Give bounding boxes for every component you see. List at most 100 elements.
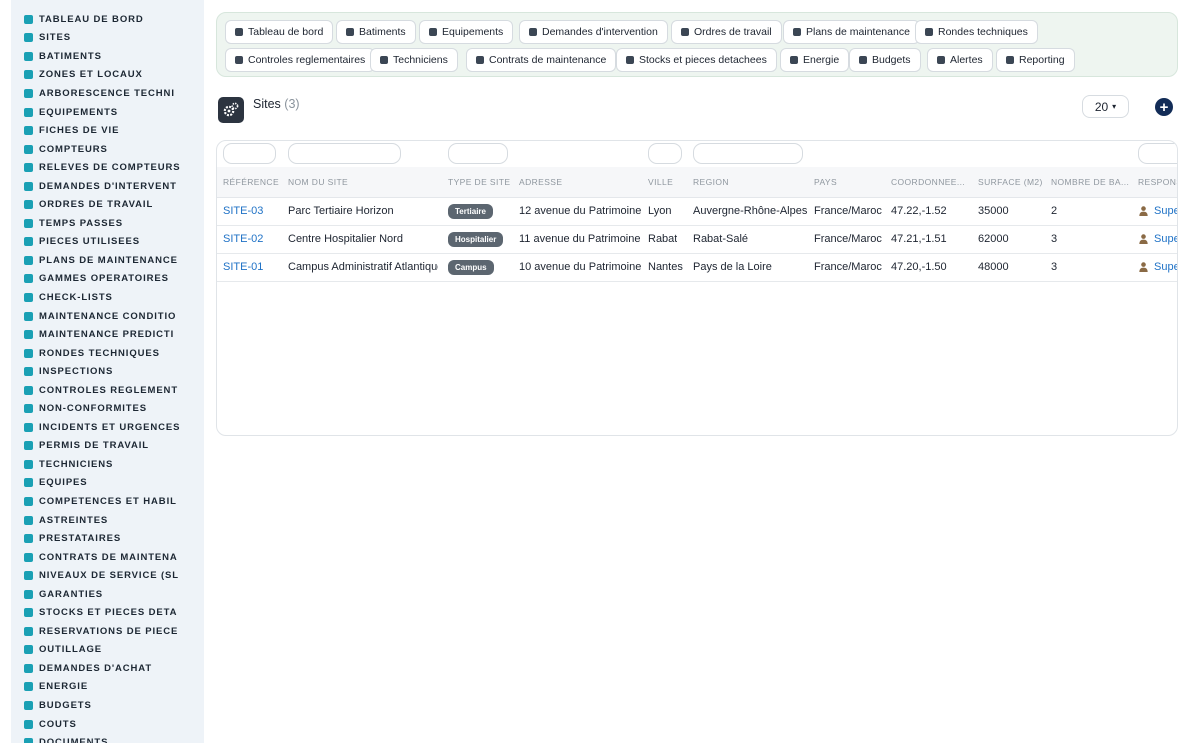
sidebar-item[interactable]: COMPETENCES ET HABIL [11,492,204,511]
column-header[interactable]: REGION [693,177,729,187]
column-header[interactable]: VILLE [648,177,673,187]
module-button[interactable]: Plans de maintenance [783,20,920,44]
sidebar-item[interactable]: GARANTIES [11,585,204,604]
module-button[interactable]: Stocks et pieces detachees [616,48,777,72]
bell-icon [937,56,945,64]
sidebar-item[interactable]: PLANS DE MAINTENANCE [11,251,204,270]
filter-city[interactable] [648,143,682,164]
module-button[interactable]: Budgets [849,48,921,72]
module-button[interactable]: Rondes techniques [915,20,1038,44]
sidebar-item[interactable]: PRESTATAIRES [11,529,204,548]
sidebar-item[interactable]: CONTROLES REGLEMENT [11,381,204,400]
sidebar-item[interactable]: GAMMES OPERATOIRES [11,270,204,289]
site-reference-link[interactable]: SITE-01 [223,261,263,273]
sidebar-item[interactable]: EQUIPES [11,474,204,493]
sidebar-item[interactable]: ARBORESCENCE TECHNI [11,84,204,103]
column-header[interactable]: PAYS [814,177,837,187]
sidebar-item-label: GAMMES OPERATOIRES [39,273,169,285]
sidebar-item[interactable]: SITES [11,29,204,48]
column-header[interactable]: SURFACE (M2) [978,177,1043,187]
module-button[interactable]: Batiments [336,20,416,44]
sidebar-item[interactable]: BATIMENTS [11,47,204,66]
sidebar-item-label: PERMIS DE TRAVAIL [39,440,149,452]
sidebar-item[interactable]: PIECES UTILISEES [11,233,204,252]
sidebar-item[interactable]: MAINTENANCE CONDITIO [11,307,204,326]
sidebar-item[interactable]: COMPTEURS [11,140,204,159]
sidebar-item[interactable]: PERMIS DE TRAVAIL [11,437,204,456]
sidebar-item[interactable]: TEMPS PASSES [11,214,204,233]
sidebar-item[interactable]: OUTILLAGE [11,641,204,660]
manager-link[interactable]: Supe [1139,205,1178,217]
sidebar-item[interactable]: DEMANDES D'INTERVENT [11,177,204,196]
sidebar-item[interactable]: COUTS [11,715,204,734]
sidebar-item[interactable]: INCIDENTS ET URGENCES [11,418,204,437]
cell-buildings: 3 [1051,233,1058,245]
page-title: Sites (3) [253,97,300,111]
sidebar-item[interactable]: CONTRATS DE MAINTENA [11,548,204,567]
sidebar-item[interactable]: ENERGIE [11,678,204,697]
sidebar-item-label: INCIDENTS ET URGENCES [39,421,181,433]
sidebar-item[interactable]: CHECK-LISTS [11,288,204,307]
sidebar-item[interactable]: FICHES DE VIE [11,121,204,140]
sidebar-item[interactable]: NIVEAUX DE SERVICE (SL [11,566,204,585]
manager-name: Supe [1154,205,1178,217]
add-site-button[interactable]: + [1155,98,1173,116]
sidebar-item-label: STOCKS ET PIECES DETA [39,607,178,619]
site-type-badge: Tertiaire [448,204,493,219]
sidebar-item[interactable]: RESERVATIONS DE PIECE [11,622,204,641]
table-row[interactable]: SITE-02 Centre Hospitalier Nord Hospitalie… [217,226,1177,254]
module-button[interactable]: Alertes [927,48,993,72]
sidebar-item[interactable]: TABLEAU DE BORD [11,10,204,29]
module-button[interactable]: Tableau de bord [225,20,334,44]
column-header[interactable]: ADRESSE [519,177,562,187]
page-size-select[interactable]: 20 ▾ [1082,95,1129,118]
sidebar-item[interactable]: INSPECTIONS [11,362,204,381]
filter-region[interactable] [693,143,803,164]
column-header[interactable]: TYPE DE SITE [448,177,510,187]
sidebar-item-label: RELEVES DE COMPTEURS [39,162,181,174]
manager-name: Supe [1154,233,1178,245]
table-row[interactable]: SITE-03 Parc Tertiaire Horizon Tertiaire 12… [217,198,1177,226]
module-button[interactable]: Demandes d'intervention [519,20,668,44]
table-row[interactable]: SITE-01 Campus Administratif Atlantique Ca… [217,254,1177,282]
module-button[interactable]: Reporting [996,48,1075,72]
filter-site-type[interactable] [448,143,508,164]
sidebar-item-label: COMPTEURS [39,143,108,155]
module-button[interactable]: Ordres de travail [671,20,782,44]
sidebar-item[interactable]: EQUIPEMENTS [11,103,204,122]
column-header[interactable]: RÉFÉRENCE [223,177,279,187]
sidebar-item[interactable]: DEMANDES D'ACHAT [11,659,204,678]
filter-reference[interactable] [223,143,276,164]
column-header[interactable]: COORDONNEE... [891,177,965,187]
column-header[interactable]: NOM DU SITE [288,177,348,187]
filter-site-name[interactable] [288,143,401,164]
sidebar-item[interactable]: ASTREINTES [11,511,204,530]
module-button[interactable]: Techniciens [370,48,458,72]
sidebar-item[interactable]: STOCKS ET PIECES DETA [11,604,204,623]
sidebar-item[interactable]: TECHNICIENS [11,455,204,474]
column-header[interactable]: NOMBRE DE BA... [1051,177,1129,187]
sidebar-item[interactable]: ORDRES DE TRAVAIL [11,195,204,214]
manager-link[interactable]: Supe [1139,233,1178,245]
chevron-down-icon: ▾ [1112,102,1117,111]
column-header[interactable]: RESPONS [1138,177,1177,187]
module-button[interactable]: Energie [780,48,850,72]
module-button[interactable]: Contrats de maintenance [466,48,617,72]
module-button[interactable]: Equipements [419,20,514,44]
manager-link[interactable]: Supe [1139,261,1177,273]
sidebar-item[interactable]: DOCUMENTS [11,733,204,743]
sidebar-item-label: TABLEAU DE BORD [39,13,144,25]
gears-icon [429,28,437,36]
site-reference-link[interactable]: SITE-03 [223,205,263,217]
site-reference-link[interactable]: SITE-02 [223,233,263,245]
module-button[interactable]: Controles reglementaires [225,48,376,72]
sidebar-item[interactable]: RONDES TECHNIQUES [11,344,204,363]
history-icon [24,126,33,136]
sidebar-item[interactable]: ZONES ET LOCAUX [11,66,204,85]
sidebar-item[interactable]: RELEVES DE COMPTEURS [11,158,204,177]
sidebar-item[interactable]: NON-CONFORMITES [11,399,204,418]
sidebar-item[interactable]: BUDGETS [11,696,204,715]
sidebar-item[interactable]: MAINTENANCE PREDICTI [11,325,204,344]
table-header: RÉFÉRENCE NOM DU SITE TYPE DE SITE ADRESSE V… [217,167,1177,198]
filter-manager[interactable] [1138,143,1177,164]
